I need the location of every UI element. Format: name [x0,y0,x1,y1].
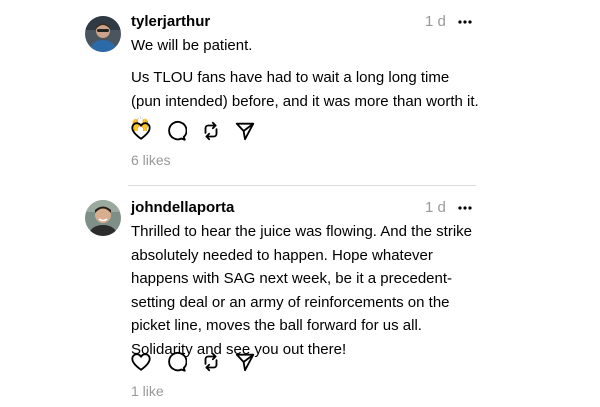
ellipsis-icon[interactable] [457,13,473,31]
comment-icon[interactable] [165,351,188,373]
username[interactable]: johndellaporta [131,199,234,217]
post-text-paragraph: Thrilled to hear the juice was flowing. … [131,223,477,358]
ellipsis-icon[interactable] [457,199,473,217]
comment-icon[interactable] [165,120,188,142]
share-icon[interactable] [234,351,256,373]
timestamp: 1 d [425,13,446,30]
username[interactable]: tylerjarthur [131,13,210,31]
timestamp: 1 d [425,199,446,216]
post-text-paragraph: We will be patient. [131,37,253,54]
user-avatar-icon [85,200,121,236]
user-avatar-icon [85,16,121,52]
share-icon[interactable] [234,120,256,142]
heart-icon[interactable] [130,351,152,373]
avatar[interactable] [85,200,121,236]
repost-icon[interactable] [200,351,222,373]
likes-count[interactable]: 1 like [131,383,164,400]
likes-count[interactable]: 6 likes [131,152,171,169]
avatar[interactable] [85,16,121,52]
post-johndellaporta: johndellaporta 1 d Thrilled to hear the … [0,186,600,407]
repost-icon[interactable] [200,120,222,142]
post-tylerjarthur: tylerjarthur 1 d We will be patient. Us … [0,0,600,185]
heart-icon[interactable] [130,120,152,142]
